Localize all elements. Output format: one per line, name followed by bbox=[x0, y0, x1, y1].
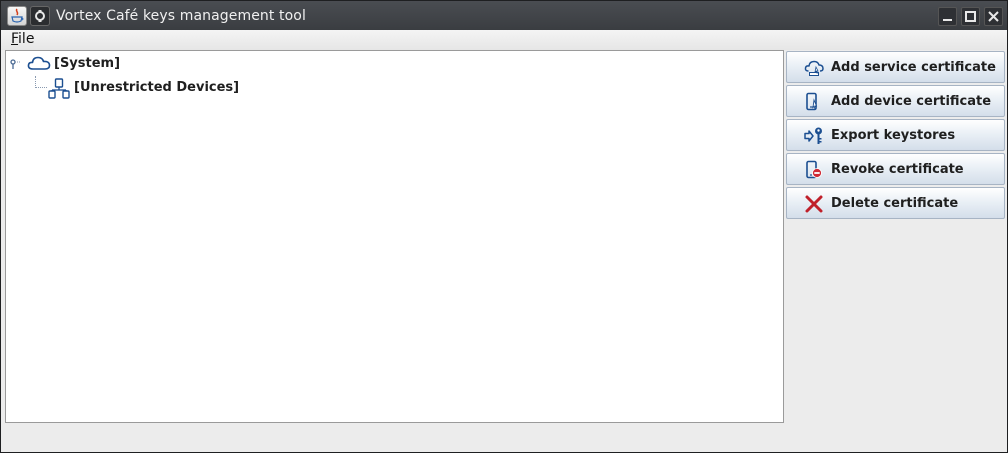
export-key-icon bbox=[804, 127, 822, 144]
menu-file-mnemonic: F bbox=[11, 31, 19, 47]
cloud-icon bbox=[27, 56, 51, 70]
tree-node-label: [System] bbox=[54, 56, 121, 71]
menu-file[interactable]: File bbox=[11, 31, 34, 47]
close-button[interactable] bbox=[984, 7, 1003, 26]
window-title: Vortex Café keys management tool bbox=[56, 8, 306, 24]
action-label: Delete certificate bbox=[831, 196, 959, 211]
certificate-tree[interactable]: [System] [Unrestricted Devices] bbox=[5, 50, 784, 423]
tree-node-system[interactable]: [System] bbox=[6, 54, 306, 74]
export-keystores-button[interactable]: Export keystores bbox=[786, 119, 1005, 151]
java-app-icon[interactable] bbox=[7, 6, 27, 26]
devices-network-icon bbox=[48, 78, 70, 99]
action-label: Export keystores bbox=[831, 128, 956, 143]
action-label: Add device certificate bbox=[831, 94, 992, 109]
revoke-certificate-button[interactable]: Revoke certificate bbox=[786, 153, 1005, 185]
menu-file-label: ile bbox=[18, 31, 35, 47]
tree-node-label: [Unrestricted Devices] bbox=[74, 80, 240, 95]
device-revoke-icon bbox=[806, 160, 822, 179]
tree-node-unrestricted-devices[interactable]: [Unrestricted Devices] bbox=[6, 78, 306, 99]
minimize-icon bbox=[943, 19, 952, 21]
action-label: Revoke certificate bbox=[831, 162, 964, 177]
maximize-icon bbox=[965, 11, 976, 22]
delete-x-icon bbox=[805, 195, 823, 213]
window-menu-icon[interactable] bbox=[30, 6, 50, 26]
menu-bar: File bbox=[1, 30, 1007, 50]
close-icon bbox=[988, 11, 999, 22]
app-window: Vortex Café keys management tool File [S… bbox=[0, 0, 1008, 453]
action-label: Add service certificate bbox=[831, 60, 996, 75]
delete-certificate-button[interactable]: Delete certificate bbox=[786, 187, 1005, 219]
add-device-certificate-button[interactable]: Add device certificate bbox=[786, 85, 1005, 117]
cloud-add-icon bbox=[804, 60, 824, 76]
tree-expanded-toggle-icon[interactable] bbox=[10, 59, 20, 69]
title-bar[interactable]: Vortex Café keys management tool bbox=[1, 1, 1007, 30]
minimize-button[interactable] bbox=[938, 7, 957, 26]
add-service-certificate-button[interactable]: Add service certificate bbox=[786, 51, 1005, 83]
device-add-icon bbox=[806, 92, 818, 111]
maximize-button[interactable] bbox=[961, 7, 980, 26]
